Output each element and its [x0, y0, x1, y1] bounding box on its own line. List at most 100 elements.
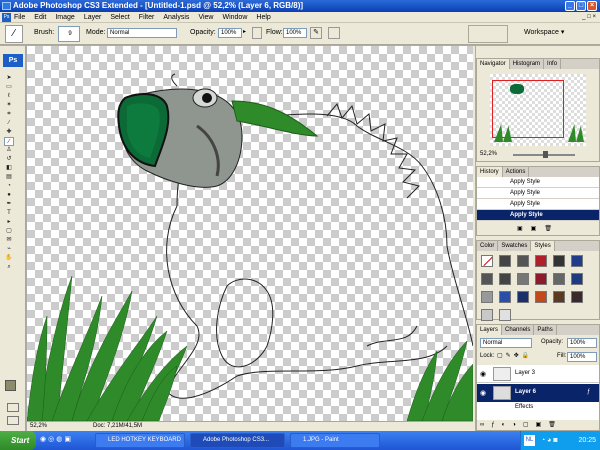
tab-channels[interactable]: Channels: [502, 325, 535, 335]
style-swatch[interactable]: [571, 291, 583, 303]
style-swatch[interactable]: [571, 255, 583, 267]
pen-tool-icon[interactable]: ✒: [4, 200, 14, 209]
doc-size-readout[interactable]: Doc: 7,21M/41,5M: [93, 422, 142, 431]
slice-tool-icon[interactable]: ∕: [4, 119, 14, 128]
brush-tool-preset-icon[interactable]: ∕: [5, 25, 23, 43]
history-brush-tool-icon[interactable]: ↺: [4, 155, 14, 164]
navigator-zoom-thumb[interactable]: [543, 151, 548, 158]
ps-menu-icon[interactable]: Ps: [2, 13, 11, 22]
menu-view[interactable]: View: [198, 12, 213, 22]
minimize-button[interactable]: _: [565, 1, 575, 11]
opacity-dropdown-icon[interactable]: ▸: [243, 28, 250, 38]
effects-row[interactable]: Effects: [477, 403, 599, 413]
healing-brush-tool-icon[interactable]: ✚: [4, 128, 14, 137]
navigator-zoom[interactable]: 52,2%: [480, 151, 497, 157]
fill-input[interactable]: 100%: [567, 352, 597, 362]
hand-tool-icon[interactable]: ✋: [4, 254, 14, 263]
eraser-tool-icon[interactable]: ◧: [4, 164, 14, 173]
clock[interactable]: 20:25: [578, 437, 596, 444]
style-swatch[interactable]: [499, 273, 511, 285]
tab-histogram[interactable]: Histogram: [510, 59, 545, 69]
brush-tool-icon[interactable]: ∕: [4, 137, 14, 146]
quick-launch-icons[interactable]: ◉◎◍▣: [40, 435, 88, 446]
menu-layer[interactable]: Layer: [84, 12, 102, 22]
brush-picker[interactable]: 9: [58, 26, 80, 42]
task-photoshop[interactable]: Adobe Photoshop CS3...: [190, 433, 285, 448]
mode-select[interactable]: Normal: [107, 28, 177, 38]
style-swatch[interactable]: [481, 273, 493, 285]
menu-edit[interactable]: Edit: [34, 12, 46, 22]
style-swatch[interactable]: [553, 273, 565, 285]
style-swatch[interactable]: [553, 255, 565, 267]
start-button[interactable]: Start: [0, 431, 36, 450]
pressure-icon[interactable]: [328, 27, 340, 39]
style-swatch[interactable]: [517, 273, 529, 285]
quick-mask-icon[interactable]: [7, 403, 19, 412]
style-swatch[interactable]: [535, 273, 547, 285]
tab-navigator[interactable]: Navigator: [477, 59, 510, 69]
language-indicator[interactable]: NL: [524, 435, 535, 446]
history-row[interactable]: Apply Style: [477, 188, 599, 199]
screen-mode-icon[interactable]: [7, 416, 19, 425]
tab-color[interactable]: Color: [477, 241, 499, 251]
style-swatch[interactable]: [535, 255, 547, 267]
history-row[interactable]: Apply Style: [477, 199, 599, 210]
clone-stamp-tool-icon[interactable]: ♙: [4, 146, 14, 155]
menu-image[interactable]: Image: [55, 12, 74, 22]
tab-actions[interactable]: Actions: [503, 167, 530, 177]
tab-paths[interactable]: Paths: [534, 325, 557, 335]
maximize-button[interactable]: □: [576, 1, 586, 11]
style-swatch[interactable]: [499, 309, 511, 321]
airbrush-icon[interactable]: ✎: [310, 27, 322, 39]
layers-footer-icons[interactable]: ∞ƒ◐◑▢▣🗑: [480, 421, 598, 429]
magic-wand-tool-icon[interactable]: ✶: [4, 101, 14, 110]
dodge-tool-icon[interactable]: ●: [4, 191, 14, 200]
doc-window-controls[interactable]: _ □ ×: [566, 13, 596, 22]
layer-row[interactable]: ◉ Layer 3: [477, 365, 599, 383]
visibility-eye-icon[interactable]: ◉: [480, 370, 486, 378]
move-tool-icon[interactable]: ➤: [4, 74, 14, 83]
shape-tool-icon[interactable]: ▢: [4, 227, 14, 236]
menu-select[interactable]: Select: [110, 12, 129, 22]
gradient-tool-icon[interactable]: ▤: [4, 173, 14, 182]
type-tool-icon[interactable]: T: [4, 209, 14, 218]
style-swatch[interactable]: [481, 309, 493, 321]
menu-help[interactable]: Help: [256, 12, 270, 22]
history-row[interactable]: Apply Style: [477, 177, 599, 188]
marquee-tool-icon[interactable]: ▭: [4, 83, 14, 92]
style-swatch[interactable]: [517, 255, 529, 267]
zoom-tool-icon[interactable]: ⌕: [4, 263, 14, 272]
style-swatch[interactable]: [535, 291, 547, 303]
navigator-view-box[interactable]: [492, 80, 564, 138]
blend-mode-select[interactable]: Normal: [480, 338, 532, 348]
tab-styles[interactable]: Styles: [531, 241, 555, 251]
opacity-input[interactable]: 100%: [218, 28, 242, 38]
flow-input[interactable]: 100%: [283, 28, 307, 38]
history-row-current[interactable]: Apply Style: [477, 210, 599, 221]
blur-tool-icon[interactable]: ◔: [4, 182, 14, 191]
menu-analysis[interactable]: Analysis: [163, 12, 189, 22]
tray-icons[interactable]: ◔ ◕ ◙: [541, 431, 558, 450]
layer-opacity-input[interactable]: 100%: [567, 338, 597, 348]
zoom-readout[interactable]: 52,2%: [30, 422, 47, 431]
foreground-color-swatch[interactable]: [5, 380, 16, 391]
crop-tool-icon[interactable]: ⌗: [4, 110, 14, 119]
visibility-eye-icon[interactable]: ◉: [480, 389, 486, 397]
style-swatch[interactable]: [499, 255, 511, 267]
tab-swatches[interactable]: Swatches: [498, 241, 532, 251]
style-swatch[interactable]: [553, 291, 565, 303]
style-swatch[interactable]: [499, 291, 511, 303]
lock-icons[interactable]: ▢✎✥🔒: [497, 352, 537, 359]
tab-layers[interactable]: Layers: [477, 325, 503, 335]
notes-tool-icon[interactable]: ✉: [4, 236, 14, 245]
layer-row-selected[interactable]: ◉ Layer 6 ƒ: [477, 384, 599, 402]
navigator-thumbnail[interactable]: [490, 74, 586, 146]
menu-file[interactable]: File: [14, 12, 25, 22]
eyedropper-tool-icon[interactable]: ⌁: [4, 245, 14, 254]
tab-info[interactable]: Info: [544, 59, 562, 69]
canvas-scrollbar[interactable]: [473, 46, 475, 431]
workspace-menu[interactable]: Workspace ▾: [524, 28, 564, 36]
style-swatch[interactable]: [517, 291, 529, 303]
style-swatch[interactable]: [571, 273, 583, 285]
task-led-hotkey[interactable]: LED HOTKEY KEYBOARD: [95, 433, 185, 448]
